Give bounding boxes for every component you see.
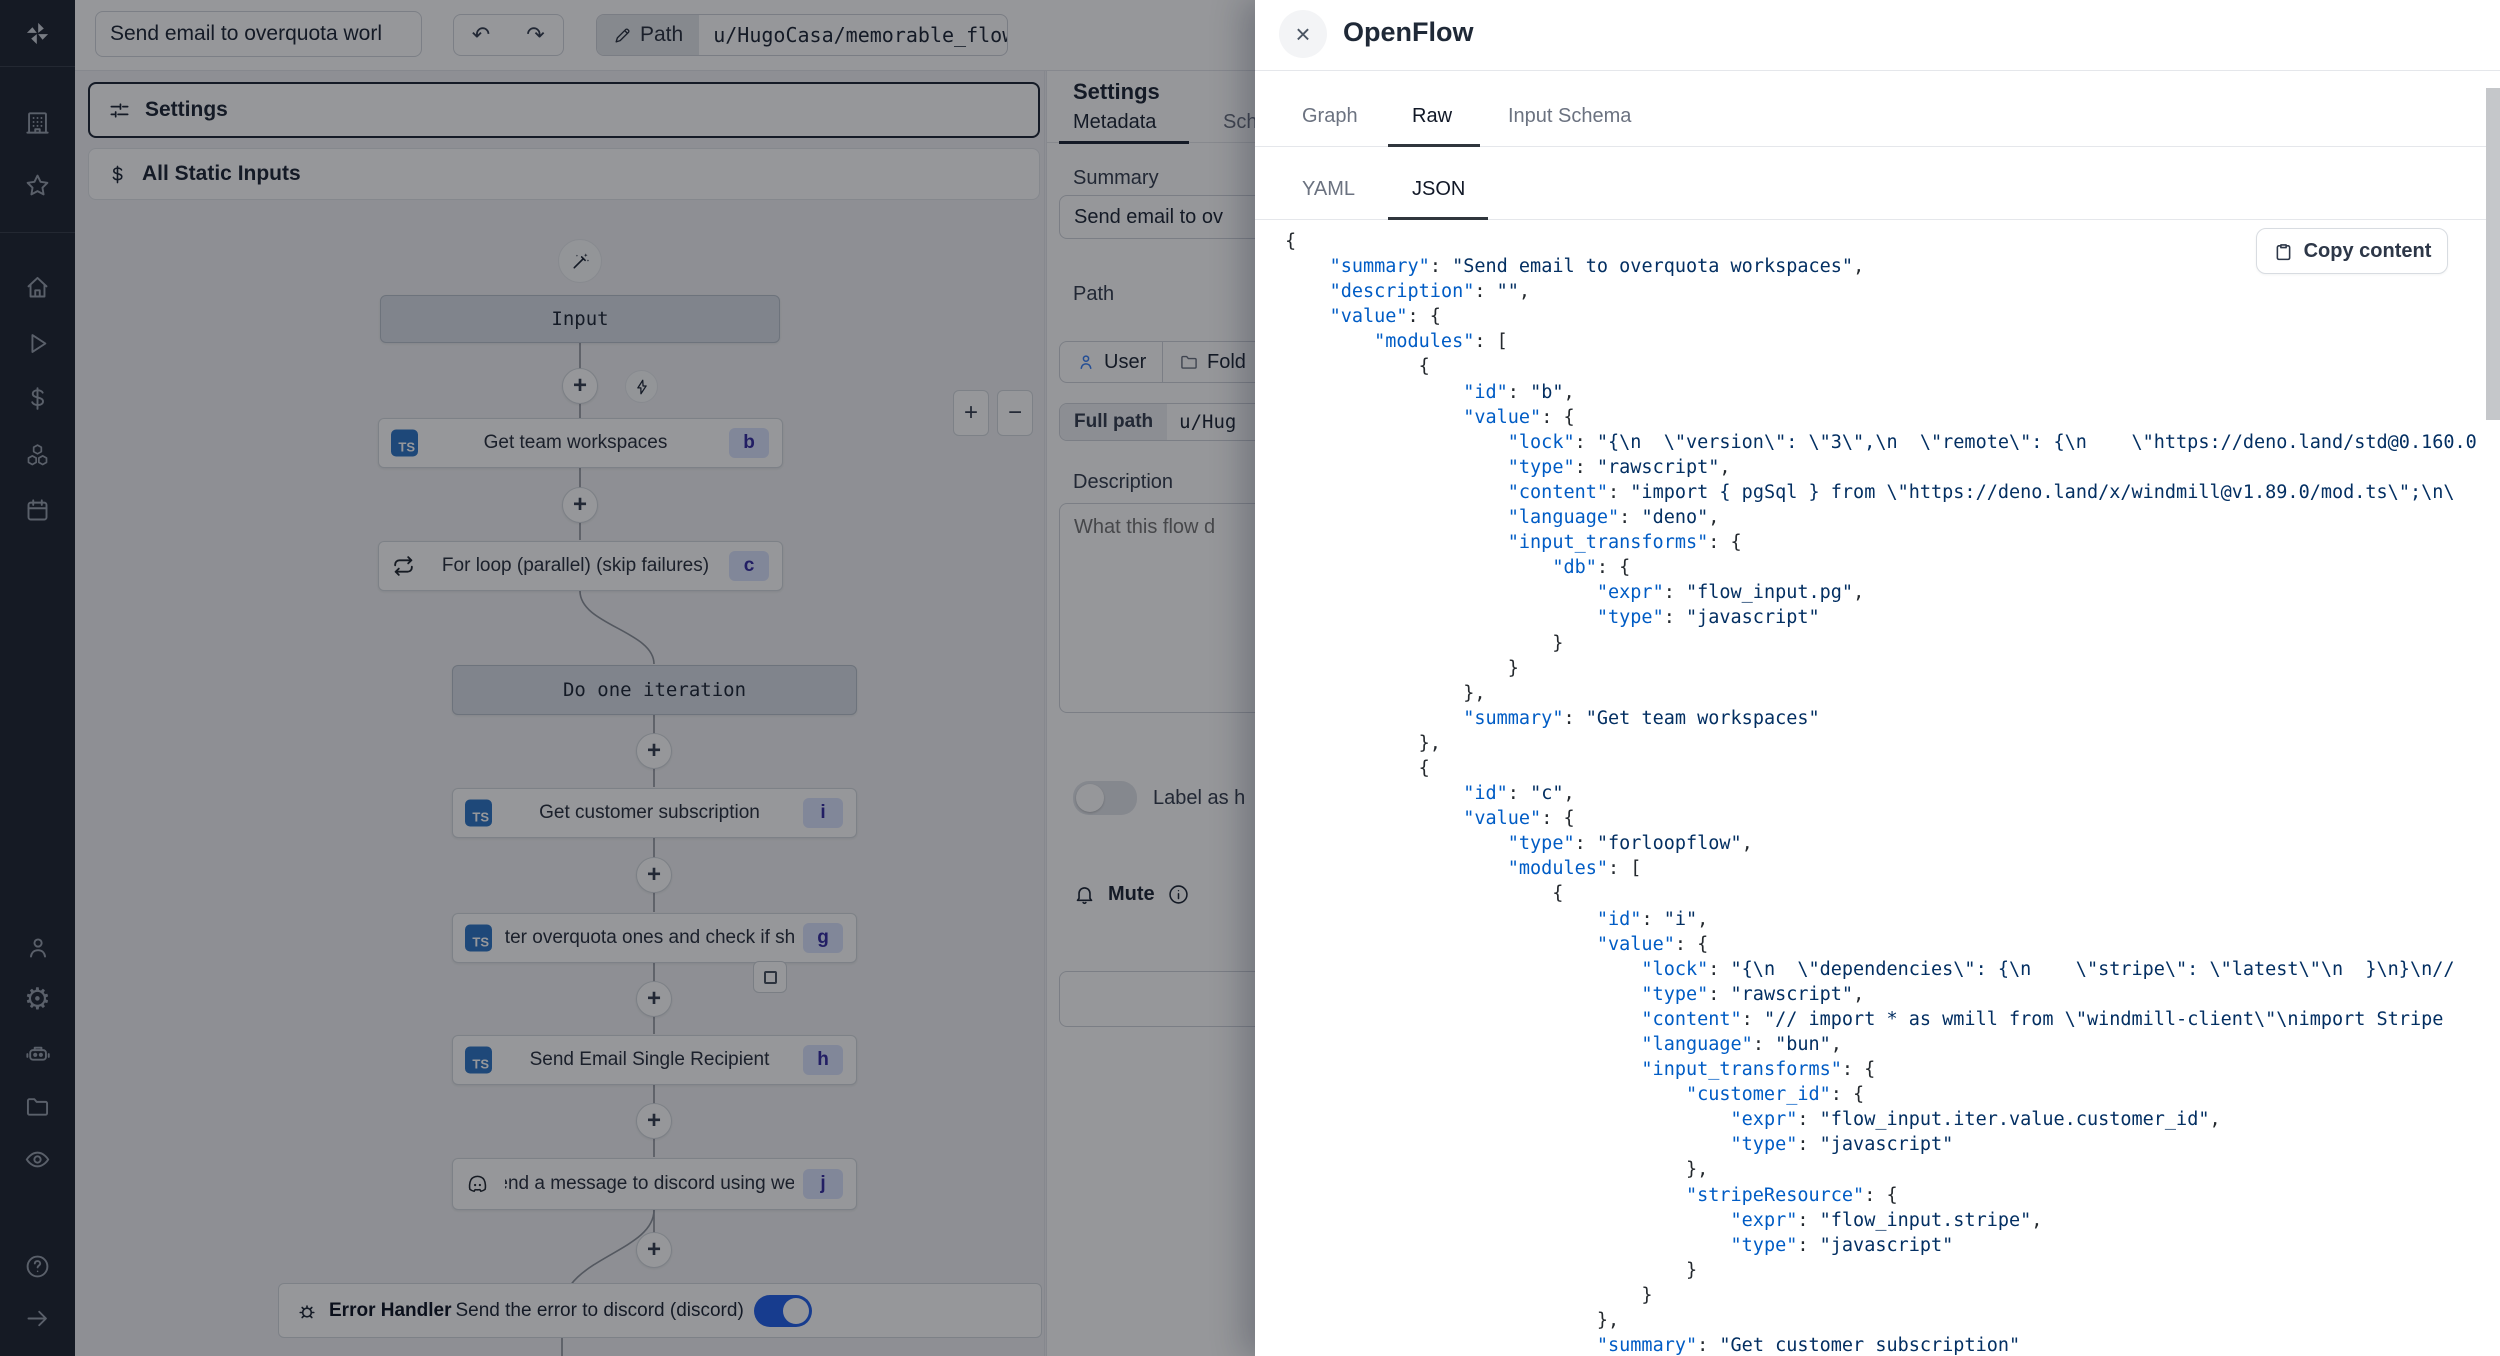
tab-json[interactable]: JSON [1412, 178, 1465, 201]
close-drawer-button[interactable]: × [1279, 10, 1327, 58]
copy-content-button[interactable]: Copy content [2256, 228, 2448, 274]
copy-content-label: Copy content [2304, 240, 2432, 263]
active-format-tab-underline [1388, 217, 1488, 220]
tab-yaml[interactable]: YAML [1302, 178, 1355, 201]
tab-graph[interactable]: Graph [1302, 105, 1358, 128]
json-code: { "summary": "Send email to overquota wo… [1285, 229, 2486, 1356]
drawer-scrollbar[interactable] [2486, 88, 2500, 420]
close-icon: × [1295, 19, 1310, 50]
active-tab-underline [1388, 144, 1480, 147]
drawer-title: OpenFlow [1343, 17, 1474, 48]
drawer-backdrop[interactable] [0, 0, 1255, 1356]
openflow-drawer: × OpenFlow Graph Raw Input Schema YAML J… [1255, 0, 2500, 1356]
windmill-flow-editor: ⚙ ↶ ↷ Path u/HugoCasa [0, 0, 2500, 1356]
tab-input-schema[interactable]: Input Schema [1508, 105, 1631, 128]
drawer-divider [1255, 70, 2500, 71]
clipboard-icon [2273, 241, 2294, 262]
tab-raw[interactable]: Raw [1412, 105, 1452, 128]
